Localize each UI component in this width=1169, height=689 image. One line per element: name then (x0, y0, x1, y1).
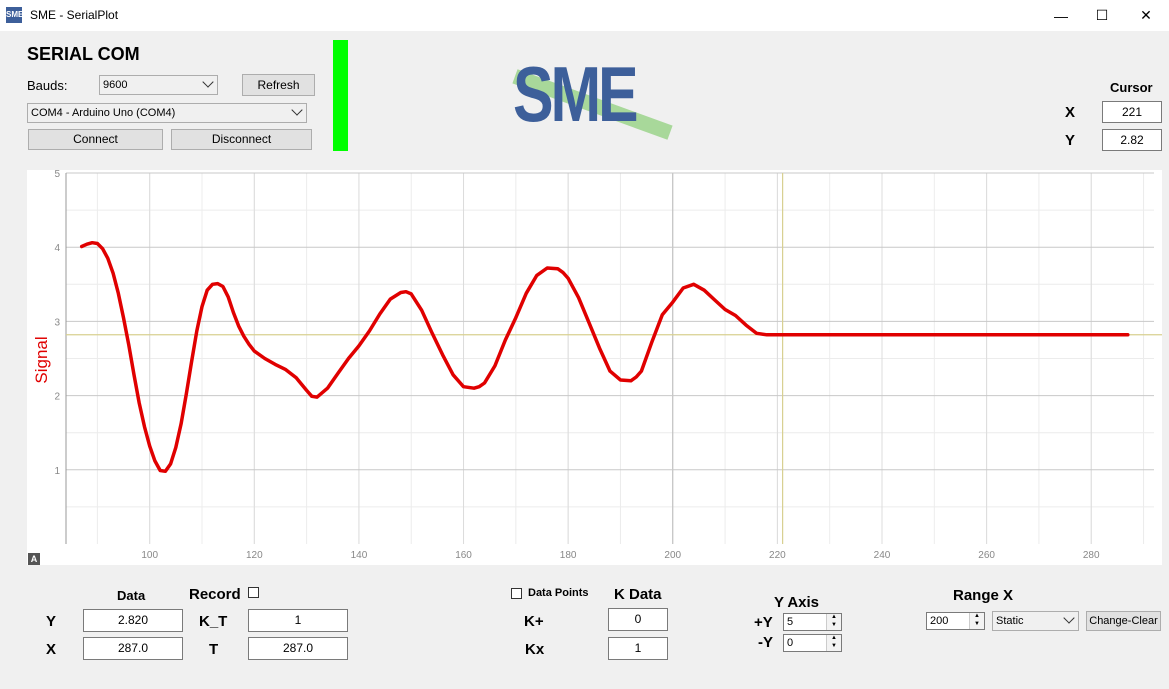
yaxis-plus-value: 5 (787, 616, 794, 628)
data-heading: Data (117, 588, 146, 603)
port-select[interactable]: COM4 - Arduino Uno (COM4) (27, 103, 307, 123)
y-tick-label: 5 (54, 170, 60, 180)
yaxis-plus-label: +Y (754, 614, 773, 631)
data-points-checkbox[interactable] (511, 588, 522, 599)
x-tick-label: 120 (246, 550, 263, 561)
chevron-down-icon (202, 76, 214, 88)
title-bar: SME SME - SerialPlot — ☐ ✕ (0, 0, 1169, 31)
serial-com-heading: SERIAL COM (27, 44, 140, 64)
x-tick-label: 260 (978, 550, 995, 561)
bauds-label: Bauds: (27, 78, 68, 93)
rangex-heading: Range X (953, 587, 1014, 604)
data-x-field[interactable]: 287.0 (83, 637, 183, 660)
connect-button[interactable]: Connect (28, 129, 163, 150)
disconnect-button[interactable]: Disconnect (171, 129, 312, 150)
cursor-x-field[interactable]: 221 (1102, 101, 1162, 123)
x-tick-label: 200 (664, 550, 681, 561)
kdata-heading: K Data (614, 586, 662, 603)
plot-area[interactable]: 100 120 140 160 180 200 220 240 260 280 1 2 3 4 5 Sign… (27, 170, 1162, 565)
port-value: COM4 - Arduino Uno (COM4) (31, 107, 176, 119)
kx-field[interactable]: 1 (608, 637, 668, 660)
yaxis-minus-value: 0 (787, 637, 794, 649)
y-tick-label: 1 (54, 466, 60, 477)
spin-up-icon[interactable]: ▲ (827, 614, 841, 622)
maximize-icon: ☐ (1095, 7, 1109, 23)
rangex-value: 200 (930, 615, 949, 627)
kx-label: Kx (525, 641, 545, 658)
auto-scale-icon[interactable]: A (28, 553, 40, 565)
kt-field[interactable]: 1 (248, 609, 348, 632)
yaxis-heading: Y Axis (774, 594, 820, 611)
t-label: T (209, 641, 219, 658)
rangex-mode-select[interactable]: Static (992, 611, 1079, 631)
spin-buttons[interactable]: ▲ ▼ (826, 614, 841, 630)
spin-up-icon[interactable]: ▲ (970, 613, 984, 621)
cursor-y-field[interactable]: 2.82 (1102, 129, 1162, 151)
data-y-field[interactable]: 2.820 (83, 609, 183, 632)
spin-buttons[interactable]: ▲ ▼ (969, 613, 984, 629)
spin-buttons[interactable]: ▲ ▼ (826, 635, 841, 651)
rangex-spinbox[interactable]: 200 ▲ ▼ (926, 612, 985, 630)
maximize-button[interactable]: ☐ (1079, 0, 1125, 31)
x-tick-label: 240 (874, 550, 891, 561)
data-x-label: X (46, 641, 57, 658)
spin-up-icon[interactable]: ▲ (827, 635, 841, 643)
record-checkbox[interactable] (248, 587, 259, 598)
signal-chart[interactable]: 100 120 140 160 180 200 220 240 260 280 1 2 3 4 5 Sign… (27, 170, 1162, 565)
yaxis-plus-spinbox[interactable]: 5 ▲ ▼ (783, 613, 842, 631)
cursor-x-label: X (1065, 104, 1076, 121)
x-tick-label: 140 (351, 550, 368, 561)
data-points-label: Data Points (528, 587, 589, 599)
sme-logo: SME (505, 50, 675, 155)
x-tick-label: 160 (455, 550, 472, 561)
kplus-field[interactable]: 0 (608, 608, 668, 631)
minimize-button[interactable]: — (1038, 0, 1084, 31)
t-field[interactable]: 287.0 (248, 637, 348, 660)
y-axis-label: Signal (32, 336, 51, 383)
chevron-down-icon (1063, 612, 1075, 624)
yaxis-minus-label: -Y (758, 634, 773, 651)
chevron-down-icon (291, 104, 303, 116)
close-button[interactable]: ✕ (1123, 0, 1169, 31)
kplus-label: K+ (524, 613, 544, 630)
x-tick-label: 180 (560, 550, 577, 561)
baud-value: 9600 (103, 79, 128, 91)
record-heading: Record (189, 586, 241, 603)
data-y-label: Y (46, 613, 57, 630)
y-tick-label: 2 (54, 392, 60, 403)
y-tick-label: 3 (54, 317, 60, 328)
logo-text: SME (513, 50, 639, 138)
x-tick-label: 100 (141, 550, 158, 561)
baud-select[interactable]: 9600 (99, 75, 218, 95)
rangex-mode-value: Static (996, 615, 1024, 627)
minimize-icon: — (1054, 7, 1068, 24)
change-clear-button[interactable]: Change-Clear (1086, 611, 1161, 631)
spin-down-icon[interactable]: ▼ (827, 622, 841, 630)
refresh-button[interactable]: Refresh (242, 74, 315, 96)
spin-down-icon[interactable]: ▼ (970, 621, 984, 629)
app-icon: SME (6, 7, 23, 23)
cursor-heading: Cursor (1110, 80, 1153, 95)
connection-status-indicator (333, 40, 348, 151)
close-icon: ✕ (1140, 7, 1152, 23)
x-tick-label: 220 (769, 550, 786, 561)
kt-label: K_T (199, 613, 228, 630)
y-tick-label: 4 (54, 243, 60, 254)
signal-line (79, 240, 1130, 474)
spin-down-icon[interactable]: ▼ (827, 643, 841, 651)
window-title: SME - SerialPlot (30, 8, 119, 22)
cursor-y-label: Y (1065, 132, 1076, 149)
x-tick-label: 280 (1083, 550, 1100, 561)
yaxis-minus-spinbox[interactable]: 0 ▲ ▼ (783, 634, 842, 652)
